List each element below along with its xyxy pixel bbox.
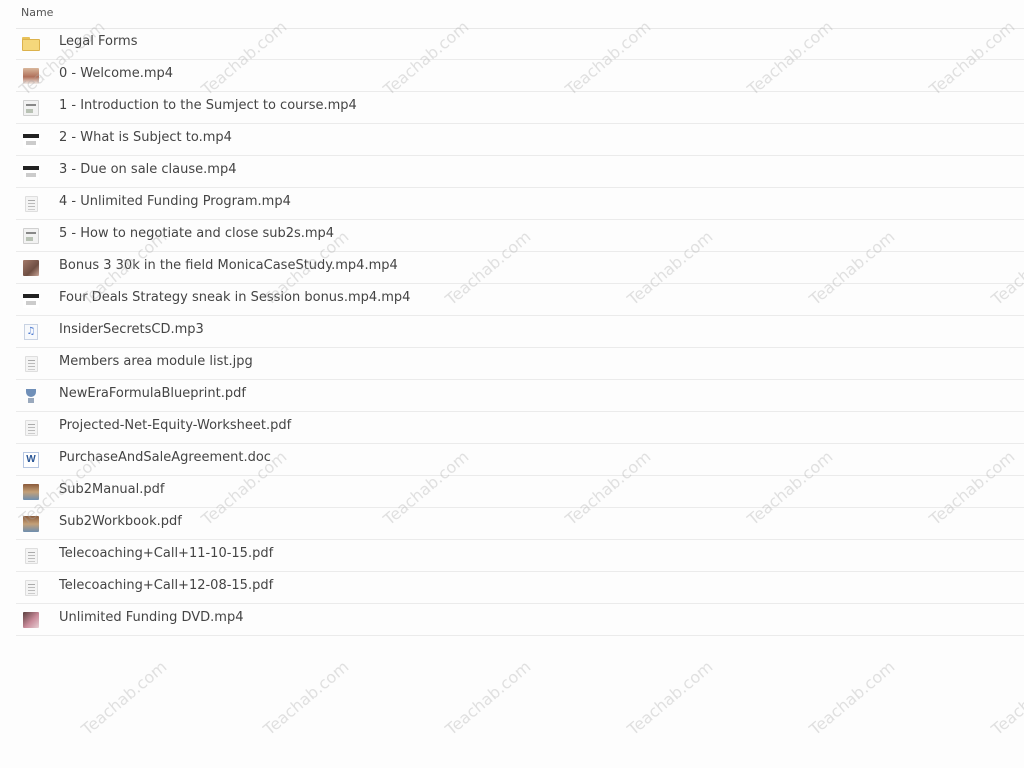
image-thumbnail-icon	[22, 355, 40, 373]
list-item-telecoaching-dec-pdf[interactable]: Telecoaching+Call+12-08-15.pdf	[16, 572, 1024, 604]
list-item-unlimited-funding-dvd-video[interactable]: Unlimited Funding DVD.mp4	[16, 604, 1024, 636]
file-name: 1 - Introduction to the Sumject to cours…	[59, 98, 357, 113]
pdf-thumbnail-icon	[22, 387, 40, 405]
watermark-text: Teachab.com	[259, 657, 353, 739]
list-item-purchase-agreement-doc[interactable]: W PurchaseAndSaleAgreement.doc	[16, 444, 1024, 476]
file-name: Sub2Manual.pdf	[59, 482, 165, 497]
watermark-text: Teachab.com	[623, 657, 717, 739]
list-item-sub2-manual-pdf[interactable]: Sub2Manual.pdf	[16, 476, 1024, 508]
file-list: Legal Forms 0 - Welcome.mp4 1 - Introduc…	[16, 28, 1024, 636]
list-item-unlimited-funding-video[interactable]: 4 - Unlimited Funding Program.mp4	[16, 188, 1024, 220]
video-thumbnail-icon	[22, 611, 40, 629]
file-name: Sub2Workbook.pdf	[59, 514, 182, 529]
word-document-icon: W	[22, 451, 40, 469]
watermark-text: Teachab.com	[987, 657, 1024, 739]
video-thumbnail-icon	[22, 195, 40, 213]
pdf-thumbnail-icon	[22, 515, 40, 533]
folder-icon	[22, 35, 40, 53]
list-item-sub2-workbook-pdf[interactable]: Sub2Workbook.pdf	[16, 508, 1024, 540]
file-name: Telecoaching+Call+11-10-15.pdf	[59, 546, 274, 561]
list-item-subject-to-video[interactable]: 2 - What is Subject to.mp4	[16, 124, 1024, 156]
file-name: InsiderSecretsCD.mp3	[59, 322, 204, 337]
file-name: Projected-Net-Equity-Worksheet.pdf	[59, 418, 292, 433]
file-browser: Name Legal Forms 0 - Welcome.mp4 1 - Int…	[0, 0, 1024, 768]
list-item-legal-forms[interactable]: Legal Forms	[16, 28, 1024, 60]
file-name: Four Deals Strategy sneak in Session bon…	[59, 290, 411, 305]
list-item-insider-secrets-audio[interactable]: ♫ InsiderSecretsCD.mp3	[16, 316, 1024, 348]
pdf-thumbnail-icon	[22, 483, 40, 501]
watermark-text: Teachab.com	[441, 657, 535, 739]
file-name: Telecoaching+Call+12-08-15.pdf	[59, 578, 274, 593]
video-thumbnail-icon	[22, 67, 40, 85]
list-item-members-area-image[interactable]: Members area module list.jpg	[16, 348, 1024, 380]
file-name: 3 - Due on sale clause.mp4	[59, 162, 237, 177]
list-item-four-deals-video[interactable]: Four Deals Strategy sneak in Session bon…	[16, 284, 1024, 316]
file-name: PurchaseAndSaleAgreement.doc	[59, 450, 271, 465]
video-thumbnail-icon	[22, 227, 40, 245]
watermark-text: Teachab.com	[805, 657, 899, 739]
video-thumbnail-icon	[22, 131, 40, 149]
pdf-thumbnail-icon	[22, 547, 40, 565]
video-thumbnail-icon	[22, 259, 40, 277]
list-item-blueprint-pdf[interactable]: NewEraFormulaBlueprint.pdf	[16, 380, 1024, 412]
audio-file-icon: ♫	[22, 323, 40, 341]
file-name: 4 - Unlimited Funding Program.mp4	[59, 194, 291, 209]
list-item-bonus-case-study-video[interactable]: Bonus 3 30k in the field MonicaCaseStudy…	[16, 252, 1024, 284]
file-name: 2 - What is Subject to.mp4	[59, 130, 232, 145]
video-thumbnail-icon	[22, 163, 40, 181]
file-name: Bonus 3 30k in the field MonicaCaseStudy…	[59, 258, 398, 273]
list-item-equity-worksheet-pdf[interactable]: Projected-Net-Equity-Worksheet.pdf	[16, 412, 1024, 444]
list-item-welcome-video[interactable]: 0 - Welcome.mp4	[16, 60, 1024, 92]
name-column-header[interactable]: Name	[21, 6, 53, 19]
file-name: Unlimited Funding DVD.mp4	[59, 610, 244, 625]
file-name: Legal Forms	[59, 34, 138, 49]
watermark-text: Teachab.com	[77, 657, 171, 739]
pdf-thumbnail-icon	[22, 579, 40, 597]
video-thumbnail-icon	[22, 99, 40, 117]
list-item-telecoaching-nov-pdf[interactable]: Telecoaching+Call+11-10-15.pdf	[16, 540, 1024, 572]
file-name: 0 - Welcome.mp4	[59, 66, 174, 81]
list-header: Name	[16, 0, 1024, 29]
pdf-thumbnail-icon	[22, 419, 40, 437]
file-name: Members area module list.jpg	[59, 354, 253, 369]
file-name: 5 - How to negotiate and close sub2s.mp4	[59, 226, 335, 241]
file-name: NewEraFormulaBlueprint.pdf	[59, 386, 246, 401]
list-item-introduction-video[interactable]: 1 - Introduction to the Sumject to cours…	[16, 92, 1024, 124]
list-item-negotiate-video[interactable]: 5 - How to negotiate and close sub2s.mp4	[16, 220, 1024, 252]
video-thumbnail-icon	[22, 291, 40, 309]
list-item-due-on-sale-video[interactable]: 3 - Due on sale clause.mp4	[16, 156, 1024, 188]
